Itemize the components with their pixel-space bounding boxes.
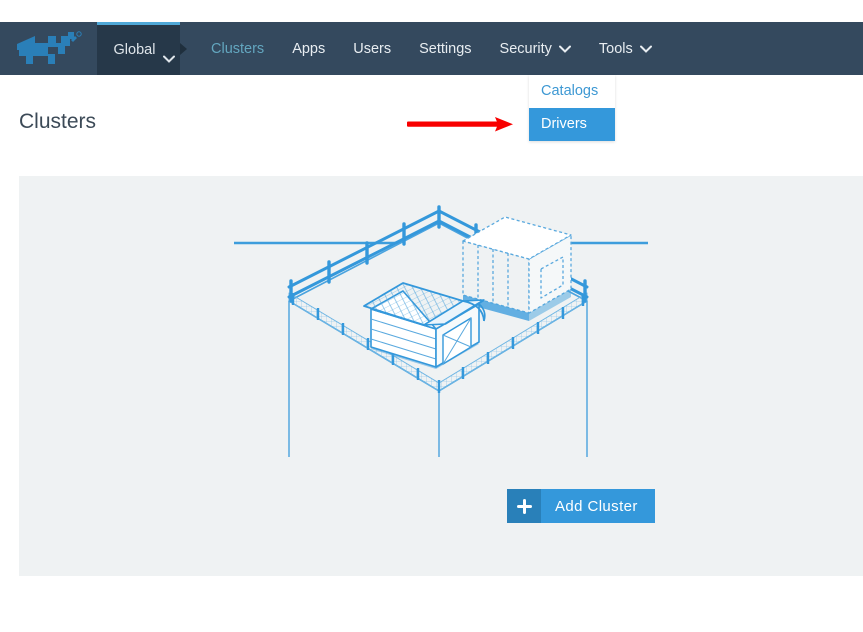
main-navbar: Global Clusters Apps Users Settings Secu… <box>0 22 863 75</box>
nav-link-tools-label: Tools <box>599 41 633 57</box>
dropdown-item-drivers[interactable]: Drivers <box>529 108 615 141</box>
nav-link-security[interactable]: Security <box>486 22 585 75</box>
nav-link-apps-label: Apps <box>292 41 325 57</box>
chevron-down-icon <box>559 41 571 57</box>
nav-link-settings-label: Settings <box>419 41 471 57</box>
app-root: Global Clusters Apps Users Settings Secu… <box>0 0 863 632</box>
nav-link-clusters-label: Clusters <box>211 41 264 57</box>
nav-link-users-label: Users <box>353 41 391 57</box>
dropdown-item-drivers-label: Drivers <box>541 116 587 132</box>
nav-link-apps[interactable]: Apps <box>278 22 339 75</box>
plus-icon <box>507 489 541 523</box>
chevron-down-icon <box>640 41 652 57</box>
nav-link-users[interactable]: Users <box>339 22 405 75</box>
global-scope-label: Global <box>114 42 156 58</box>
add-cluster-label: Add Cluster <box>541 489 655 523</box>
dropdown-item-catalogs[interactable]: Catalogs <box>529 75 615 108</box>
nav-link-settings[interactable]: Settings <box>405 22 485 75</box>
rancher-cow-logo-icon[interactable] <box>0 22 97 75</box>
nav-separator-arrow <box>180 43 187 55</box>
dropdown-item-catalogs-label: Catalogs <box>541 83 598 99</box>
add-cluster-button[interactable]: Add Cluster <box>507 489 655 523</box>
global-scope-tab[interactable]: Global <box>97 22 180 75</box>
nav-links: Clusters Apps Users Settings Security To… <box>197 22 666 75</box>
tools-dropdown-menu: Catalogs Drivers <box>529 75 615 141</box>
clusters-empty-state-panel: Add Cluster <box>19 176 863 576</box>
top-strip <box>0 0 863 22</box>
nav-link-clusters[interactable]: Clusters <box>197 22 278 75</box>
empty-state-illustration <box>19 186 863 476</box>
annotation-arrow-icon <box>405 110 517 145</box>
nav-link-security-label: Security <box>500 41 552 57</box>
page-title: Clusters <box>19 110 96 134</box>
nav-link-tools[interactable]: Tools <box>585 22 666 75</box>
